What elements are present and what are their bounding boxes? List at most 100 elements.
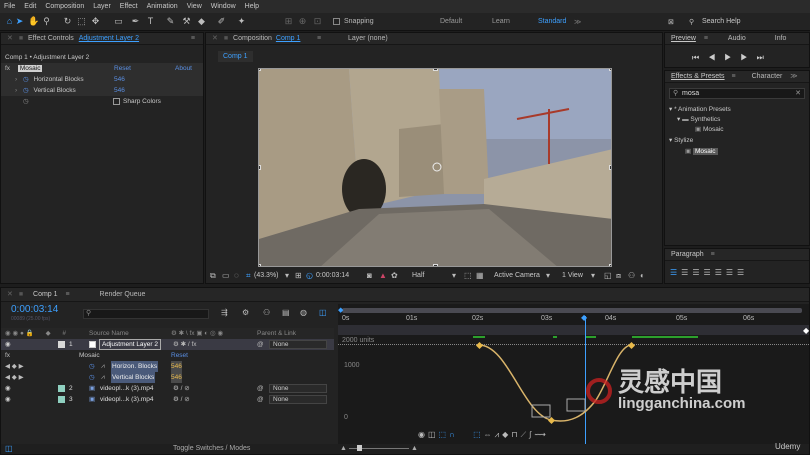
handle-mid-right[interactable] (609, 165, 611, 170)
camera-dropdown[interactable]: Active Camera (494, 272, 540, 279)
world-axis-icon[interactable]: ⊕ (297, 16, 308, 27)
motion-blur-icon[interactable]: ◍ (300, 308, 307, 317)
stopwatch-icon[interactable]: ◷ (89, 361, 95, 372)
fit-selection-icon[interactable]: ⬚ (473, 430, 484, 439)
close-icon[interactable]: ✕ (212, 35, 218, 42)
keyframe-nav-icon[interactable]: ◀ ◆ ▶ (5, 374, 24, 381)
fx-icon[interactable]: fx (5, 65, 10, 72)
shy-layers-icon[interactable]: ⚇ (263, 308, 270, 317)
timeline-tab[interactable]: Comp 1 (33, 291, 58, 298)
fast-preview-icon[interactable]: ◱ (604, 271, 612, 280)
flowchart-icon[interactable]: ⚇ (628, 271, 635, 280)
composition-tab-comp[interactable]: Comp 1 (276, 35, 301, 42)
justify-right-icon[interactable]: ☰ (726, 268, 737, 277)
camera-tool-icon[interactable]: ⬚ (76, 16, 87, 27)
menu-composition[interactable]: Composition (45, 3, 84, 10)
info-tab[interactable]: Info (775, 35, 787, 42)
align-center-icon[interactable]: ☰ (681, 268, 692, 277)
hold-icon[interactable]: ⊓ (511, 430, 520, 439)
timeline-menu-icon[interactable]: ≡ (65, 291, 69, 298)
search-icon[interactable]: ⚲ (689, 18, 694, 26)
snap-icon[interactable]: ∩ (449, 430, 458, 439)
frame-blending-icon[interactable]: ▤ (282, 308, 290, 317)
sharp-colors-checkbox[interactable] (113, 98, 120, 105)
linear-icon[interactable]: ⟋ (521, 430, 530, 439)
prop-row-vertical[interactable]: ◀ ◆ ▶ ◷ ⩘ Vertical Blocks 546 (1, 372, 334, 383)
layer-row[interactable]: ◉ 3 ▣ videopl...k (3).mp4 ⚙ / ⊘ @ None (1, 394, 334, 405)
work-area-end-icon[interactable]: ◆ (803, 326, 809, 335)
stopwatch-icon[interactable]: ◷ (23, 87, 29, 94)
roto-brush-icon[interactable]: ✐ (216, 16, 227, 27)
keyframe-nav-icon[interactable]: ◀ ◆ ▶ (5, 363, 24, 370)
effect-name[interactable]: Mosaic (17, 65, 43, 72)
hand-tool-icon[interactable]: ✋ (28, 16, 39, 27)
parent-dropdown[interactable]: None (269, 384, 327, 393)
menu-view[interactable]: View (187, 3, 202, 10)
layer-switches[interactable]: ⚙ / ⊘ (173, 394, 190, 405)
zoom-in-icon[interactable]: ▲ (411, 445, 418, 452)
source-name-header[interactable]: Source Name (89, 328, 129, 339)
eye-icon[interactable]: ◉ (418, 430, 428, 439)
fit-all-icon[interactable]: ⇔ (484, 430, 495, 439)
pickwhip-icon[interactable]: @ (257, 339, 264, 350)
menu-window[interactable]: Window (211, 3, 236, 10)
render-queue-tab[interactable]: Render Queue (100, 291, 146, 298)
workspace-default[interactable]: Default (440, 18, 462, 25)
rectangle-tool-icon[interactable]: ▭ (113, 16, 124, 27)
prop-value[interactable]: 546 (171, 361, 182, 372)
tree-item-stylize[interactable]: ▾ Stylize (665, 135, 809, 146)
type-tool-icon[interactable]: T (145, 16, 156, 27)
reset-button[interactable]: Reset (114, 63, 131, 74)
stopwatch-icon[interactable]: ◷ (23, 76, 29, 83)
grid-icon[interactable]: ⌗ (246, 271, 251, 281)
align-left-icon[interactable]: ☰ (670, 268, 681, 277)
workspace-standard[interactable]: Standard (538, 18, 566, 25)
graph-editor[interactable]: ◆ 0s 01s 02s 03s 04s 05s 06s ◆ 2000 unit… (338, 304, 809, 444)
effect-row[interactable]: fx Mosaic Reset (1, 350, 334, 361)
menu-help[interactable]: Help (245, 3, 259, 10)
easy-ease-icon[interactable]: ⟿ (534, 430, 548, 439)
dropdown-arrow-icon[interactable]: ▾ (452, 271, 456, 280)
timecode-icon[interactable]: ◵ (306, 271, 313, 280)
more-tabs-icon[interactable]: ≫ (790, 73, 797, 80)
views-dropdown[interactable]: 1 View (562, 272, 583, 279)
layer-switches[interactable]: ⚙ / ⊘ (173, 383, 190, 394)
pickwhip-icon[interactable]: @ (257, 394, 264, 405)
layer-switches[interactable]: ⚙ ✱ / fx (173, 339, 197, 350)
render-time-icon[interactable]: ◫ (5, 444, 13, 453)
preview-menu-icon[interactable]: ≡ (704, 35, 708, 42)
about-button[interactable]: About (175, 63, 192, 74)
dropdown-arrow-icon[interactable]: ▾ (285, 271, 289, 280)
graph-icon[interactable]: ⩘ (101, 372, 105, 383)
vr-icon[interactable]: ▭ (222, 271, 230, 280)
pickwhip-icon[interactable]: @ (257, 383, 264, 394)
lock-icon[interactable]: ■ (224, 35, 228, 42)
handle-mid-left[interactable] (259, 165, 261, 170)
handle-top-center[interactable] (433, 69, 438, 71)
effect-name[interactable]: Mosaic (79, 350, 100, 361)
composition-viewer[interactable] (258, 68, 612, 267)
edit-keyframe-icon[interactable]: ◆ (502, 430, 511, 439)
eye-icon[interactable]: ◉ (5, 396, 11, 403)
dropdown-arrow-icon[interactable]: ▾ (546, 271, 550, 280)
justify-left-icon[interactable]: ☰ (704, 268, 715, 277)
graph-editor-icon[interactable]: ◫ (319, 308, 327, 317)
timeline-timecode[interactable]: 0:00:03:14 (11, 304, 58, 315)
selection-tool-icon[interactable]: ➤ (14, 16, 25, 27)
menu-edit[interactable]: Edit (24, 3, 36, 10)
current-time[interactable]: 0:00:03:14 (316, 272, 349, 279)
timeline-icon[interactable]: ⧈ (616, 271, 621, 281)
tree-item-mosaic-preset[interactable]: ▣ Mosaic (665, 124, 809, 135)
composition-tab-label[interactable]: Composition (233, 35, 272, 42)
first-frame-icon[interactable]: ⏮ (692, 53, 708, 62)
eraser-tool-icon[interactable]: ◆ (196, 16, 207, 27)
lock-icon[interactable]: ■ (19, 35, 23, 42)
region-of-interest-icon[interactable]: ⬚ (464, 271, 472, 280)
close-icon[interactable]: ✕ (7, 291, 13, 298)
search-help-input[interactable]: Search Help (702, 18, 741, 25)
rotate-tool-icon[interactable]: ↻ (62, 16, 73, 27)
label-color-swatch[interactable] (58, 385, 65, 392)
pen-tool-icon[interactable]: ✒ (130, 16, 141, 27)
character-tab[interactable]: Character (752, 73, 783, 80)
next-frame-icon[interactable]: ▶ (740, 53, 756, 62)
